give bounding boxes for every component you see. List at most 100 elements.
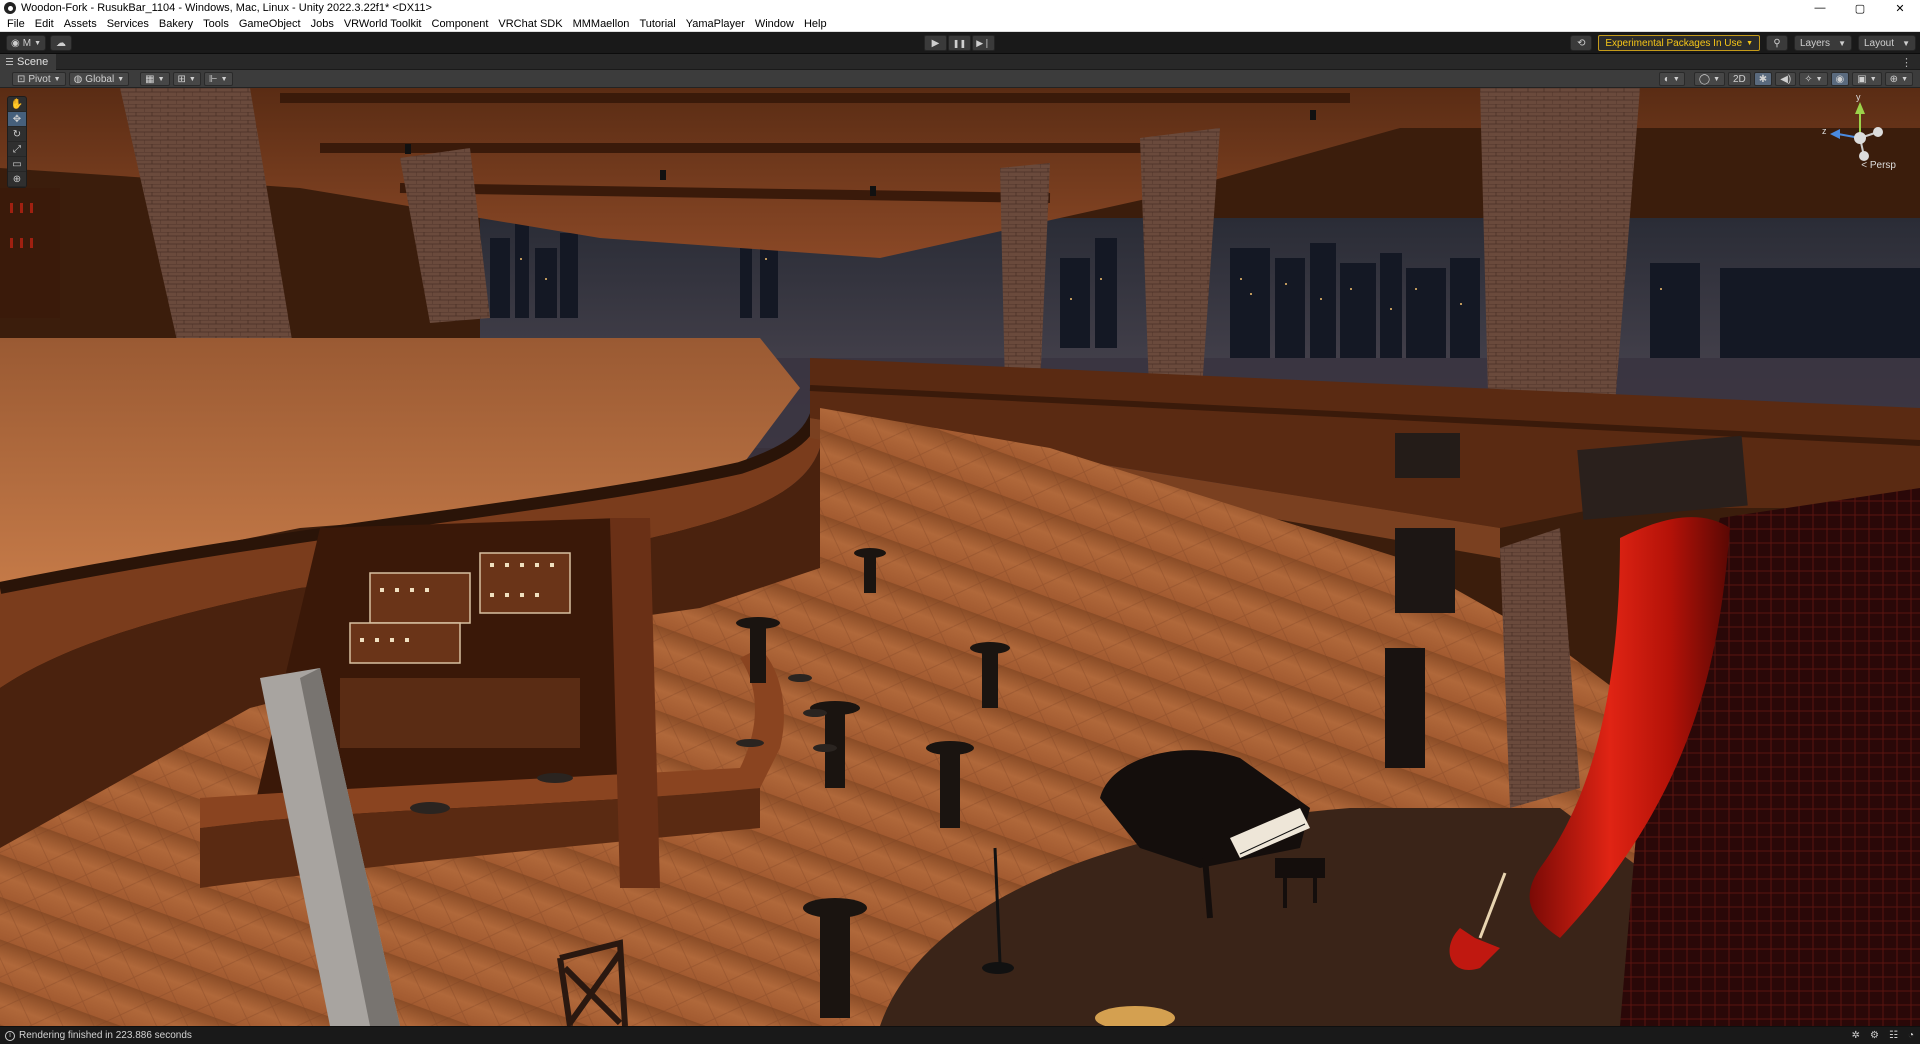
- unity-editor: Woodon-Fork - RusukBar_1104 - Windows, M…: [0, 0, 1920, 1044]
- move-icon: ✥: [12, 113, 22, 125]
- bug-icon[interactable]: ✲: [1852, 1030, 1860, 1041]
- scale-tool-button[interactable]: ⤢: [8, 142, 26, 157]
- menu-tools[interactable]: Tools: [200, 18, 236, 30]
- menu-mmmaellon[interactable]: MMMaellon: [570, 18, 637, 30]
- chevron-down-icon: ▼: [1746, 39, 1753, 47]
- account-icon: ◉: [11, 37, 20, 49]
- account-label: M: [22, 37, 32, 49]
- tab-scene[interactable]: Scene: [0, 53, 57, 70]
- chevron-down-icon: ▼: [117, 75, 125, 83]
- pause-button[interactable]: ❚❚: [948, 35, 971, 51]
- mode-2d-label: 2D: [1733, 73, 1746, 85]
- rotate-tool-button[interactable]: ↻: [8, 127, 26, 142]
- rotate-icon: ↻: [12, 128, 22, 140]
- chevron-down-icon: ▼: [157, 75, 165, 83]
- scale-icon: ⤢: [13, 143, 21, 155]
- increment-snap-button[interactable]: ⊩ ▼: [203, 72, 233, 86]
- account-dropdown[interactable]: ◉ M ▼: [6, 35, 46, 51]
- progress-icon[interactable]: ⚙: [1870, 1030, 1879, 1041]
- info-icon: i: [5, 1030, 15, 1041]
- network-icon[interactable]: ☷: [1889, 1030, 1898, 1041]
- layout-dropdown[interactable]: Layout ▼: [1858, 35, 1916, 51]
- chevron-down-icon: ▼: [1901, 75, 1908, 83]
- close-button[interactable]: ✕: [1880, 0, 1920, 16]
- draw-mode-button[interactable]: ◐ ▼: [1658, 72, 1685, 86]
- chevron-down-icon: ▼: [1869, 75, 1877, 83]
- sphere-icon: ◯: [1698, 73, 1711, 85]
- step-button[interactable]: ▶❘: [972, 35, 995, 51]
- menu-jobs[interactable]: Jobs: [308, 18, 341, 30]
- pivot-dropdown[interactable]: ⊡ Pivot ▼: [12, 72, 66, 86]
- menu-yamaplayer[interactable]: YamaPlayer: [683, 18, 752, 30]
- search-button[interactable]: ⚲: [1766, 35, 1788, 51]
- menu-gameobject[interactable]: GameObject: [236, 18, 308, 30]
- toolbar-right: ⟲ Experimental Packages In Use ▼ ⚲ Layer…: [1570, 35, 1916, 51]
- menu-tutorial[interactable]: Tutorial: [636, 18, 682, 30]
- chevron-down-icon: ▼: [1713, 75, 1720, 83]
- grid-icon: ⊞: [177, 73, 186, 85]
- menu-bakery[interactable]: Bakery: [156, 18, 200, 30]
- gizmo-y-label: y: [1856, 92, 1861, 102]
- projection-toggle[interactable]: < Persp: [1861, 160, 1896, 171]
- render-mode-button[interactable]: ◯ ▼: [1693, 72, 1725, 86]
- status-bar: i Rendering finished in 223.886 seconds …: [0, 1026, 1920, 1044]
- step-icon: ▶❘: [976, 37, 991, 48]
- play-button[interactable]: ▶: [924, 35, 947, 51]
- undo-history-button[interactable]: ⟲: [1570, 35, 1593, 51]
- menu-window[interactable]: Window: [752, 18, 801, 30]
- tab-scene-label: Scene: [17, 55, 49, 68]
- layers-label: Layers: [1800, 37, 1831, 49]
- grid-icon: ▦: [145, 73, 155, 85]
- cloud-button[interactable]: ☁: [50, 35, 72, 51]
- experimental-packages-dropdown[interactable]: Experimental Packages In Use ▼: [1598, 35, 1760, 51]
- grid-snap-button[interactable]: ▦ ▼: [140, 72, 170, 86]
- minimize-button[interactable]: —: [1800, 0, 1840, 16]
- move-tool-button[interactable]: ✥: [8, 112, 26, 127]
- tool-palette: ✋ ✥ ↻ ⤢ ▭ ⊕: [7, 96, 27, 188]
- rect-icon: ▭: [12, 158, 22, 170]
- camera-settings-button[interactable]: ▣ ▼: [1852, 72, 1882, 86]
- window-title: Woodon-Fork - RusukBar_1104 - Windows, M…: [21, 2, 432, 14]
- gizmos-button[interactable]: ⊕ ▼: [1884, 72, 1913, 86]
- layers-dropdown[interactable]: Layers ▼: [1794, 35, 1852, 51]
- chevron-down-icon: ▼: [1672, 75, 1680, 83]
- transform-tool-button[interactable]: ⊕: [8, 172, 26, 187]
- menu-vrworld-toolkit[interactable]: VRWorld Toolkit: [341, 18, 429, 30]
- history-icon: ⟲: [1577, 37, 1586, 49]
- chevron-down-icon: ▼: [1902, 38, 1910, 48]
- menu-component[interactable]: Component: [429, 18, 496, 30]
- global-dropdown[interactable]: ◍ Global ▼: [68, 72, 130, 86]
- grid-visibility-button[interactable]: ⊞ ▼: [172, 72, 201, 86]
- visibility-toggle[interactable]: ◉: [1830, 72, 1850, 86]
- audio-toggle[interactable]: ◀): [1775, 72, 1797, 86]
- 2d-toggle[interactable]: 2D: [1728, 72, 1751, 86]
- rect-tool-button[interactable]: ▭: [8, 157, 26, 172]
- snap-icon: ⊩: [208, 73, 218, 85]
- menu-services[interactable]: Services: [104, 18, 156, 30]
- menu-help[interactable]: Help: [801, 18, 834, 30]
- cache-icon[interactable]: ◔: [1908, 1030, 1914, 1041]
- title-bar: Woodon-Fork - RusukBar_1104 - Windows, M…: [0, 0, 1920, 16]
- menu-file[interactable]: File: [4, 18, 32, 30]
- menu-edit[interactable]: Edit: [32, 18, 61, 30]
- status-message[interactable]: Rendering finished in 223.886 seconds: [19, 1030, 192, 1041]
- menu-assets[interactable]: Assets: [61, 18, 104, 30]
- more-options-icon[interactable]: ⋮: [1901, 56, 1912, 69]
- gizmo-z-label: z: [1822, 126, 1827, 136]
- chevron-down-icon: ▼: [34, 39, 42, 47]
- chevron-down-icon: ▼: [188, 75, 196, 83]
- scene-viewport[interactable]: [0, 88, 1920, 1026]
- view-tool-button[interactable]: ✋: [8, 97, 26, 112]
- menu-bar: File Edit Assets Services Bakery Tools G…: [0, 16, 1920, 32]
- lighting-toggle[interactable]: ✱: [1753, 72, 1773, 86]
- layout-label: Layout: [1864, 37, 1895, 49]
- chevron-down-icon: ▼: [220, 75, 228, 83]
- maximize-button[interactable]: ▢: [1840, 0, 1880, 16]
- effects-icon: ✧: [1804, 73, 1813, 85]
- menu-vrchat-sdk[interactable]: VRChat SDK: [495, 18, 569, 30]
- experimental-label: Experimental Packages In Use: [1605, 37, 1743, 49]
- main-toolbar: ◉ M ▼ ☁ ▶ ❚❚ ▶❘ ⟲ Experimental Packages …: [0, 32, 1920, 54]
- lightbulb-icon: ✱: [1758, 73, 1768, 85]
- pause-icon: ❚❚: [952, 38, 967, 48]
- effects-toggle[interactable]: ✧ ▼: [1799, 72, 1828, 86]
